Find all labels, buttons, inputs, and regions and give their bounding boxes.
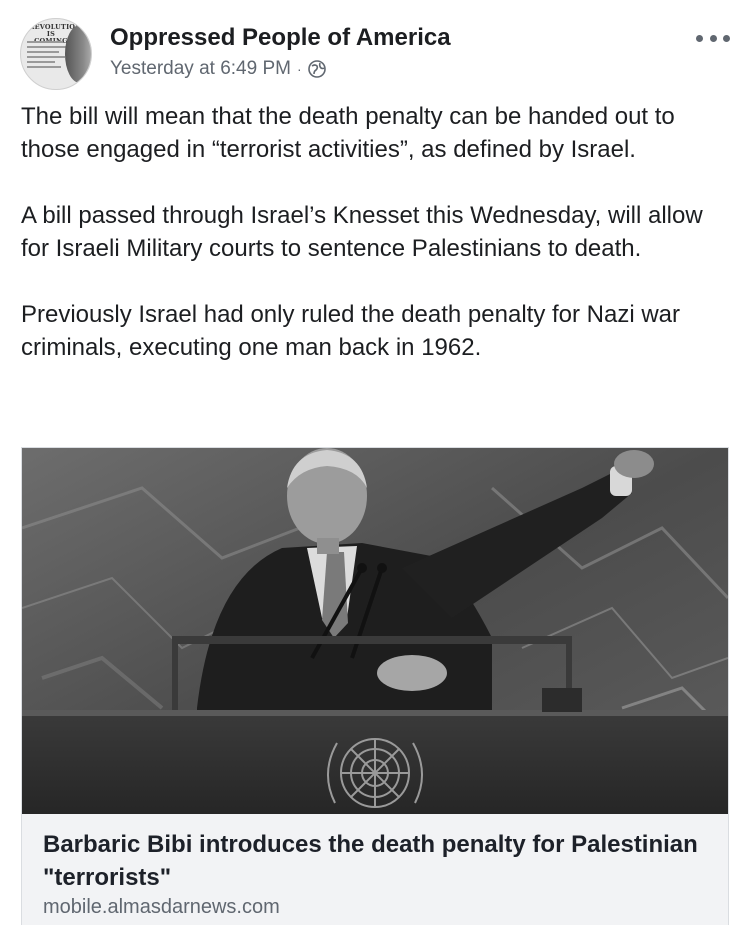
- avatar-text-lines: [27, 41, 67, 71]
- meta-separator: ·: [296, 61, 302, 77]
- post-meta: Yesterday at 6:49 PM ·: [110, 58, 326, 80]
- post-paragraph: The bill will mean that the death penalt…: [21, 103, 675, 163]
- post-paragraph: A bill passed through Israel’s Knesset t…: [21, 202, 703, 262]
- link-title[interactable]: Barbaric Bibi introduces the death penal…: [43, 828, 703, 894]
- link-preview-card[interactable]: Barbaric Bibi introduces the death penal…: [21, 447, 729, 925]
- post-header: REVOLUTION IS COMING Oppressed People of…: [20, 18, 730, 90]
- link-domain: mobile.almasdarnews.com: [43, 896, 280, 918]
- facebook-post: REVOLUTION IS COMING Oppressed People of…: [0, 0, 750, 925]
- more-options-icon[interactable]: [696, 32, 730, 44]
- avatar-portrait: [65, 25, 91, 83]
- link-preview-info[interactable]: Barbaric Bibi introduces the death penal…: [22, 814, 728, 925]
- speaker-at-podium-image: [22, 448, 728, 814]
- globe-icon[interactable]: [307, 60, 326, 78]
- post-text: The bill will mean that the death penalt…: [21, 100, 733, 397]
- page-avatar[interactable]: REVOLUTION IS COMING: [20, 18, 92, 90]
- post-paragraph: Previously Israel had only ruled the dea…: [21, 301, 681, 361]
- post-timestamp[interactable]: Yesterday at 6:49 PM: [110, 58, 291, 80]
- link-preview-image[interactable]: [22, 448, 728, 814]
- page-name-link[interactable]: Oppressed People of America: [110, 24, 451, 52]
